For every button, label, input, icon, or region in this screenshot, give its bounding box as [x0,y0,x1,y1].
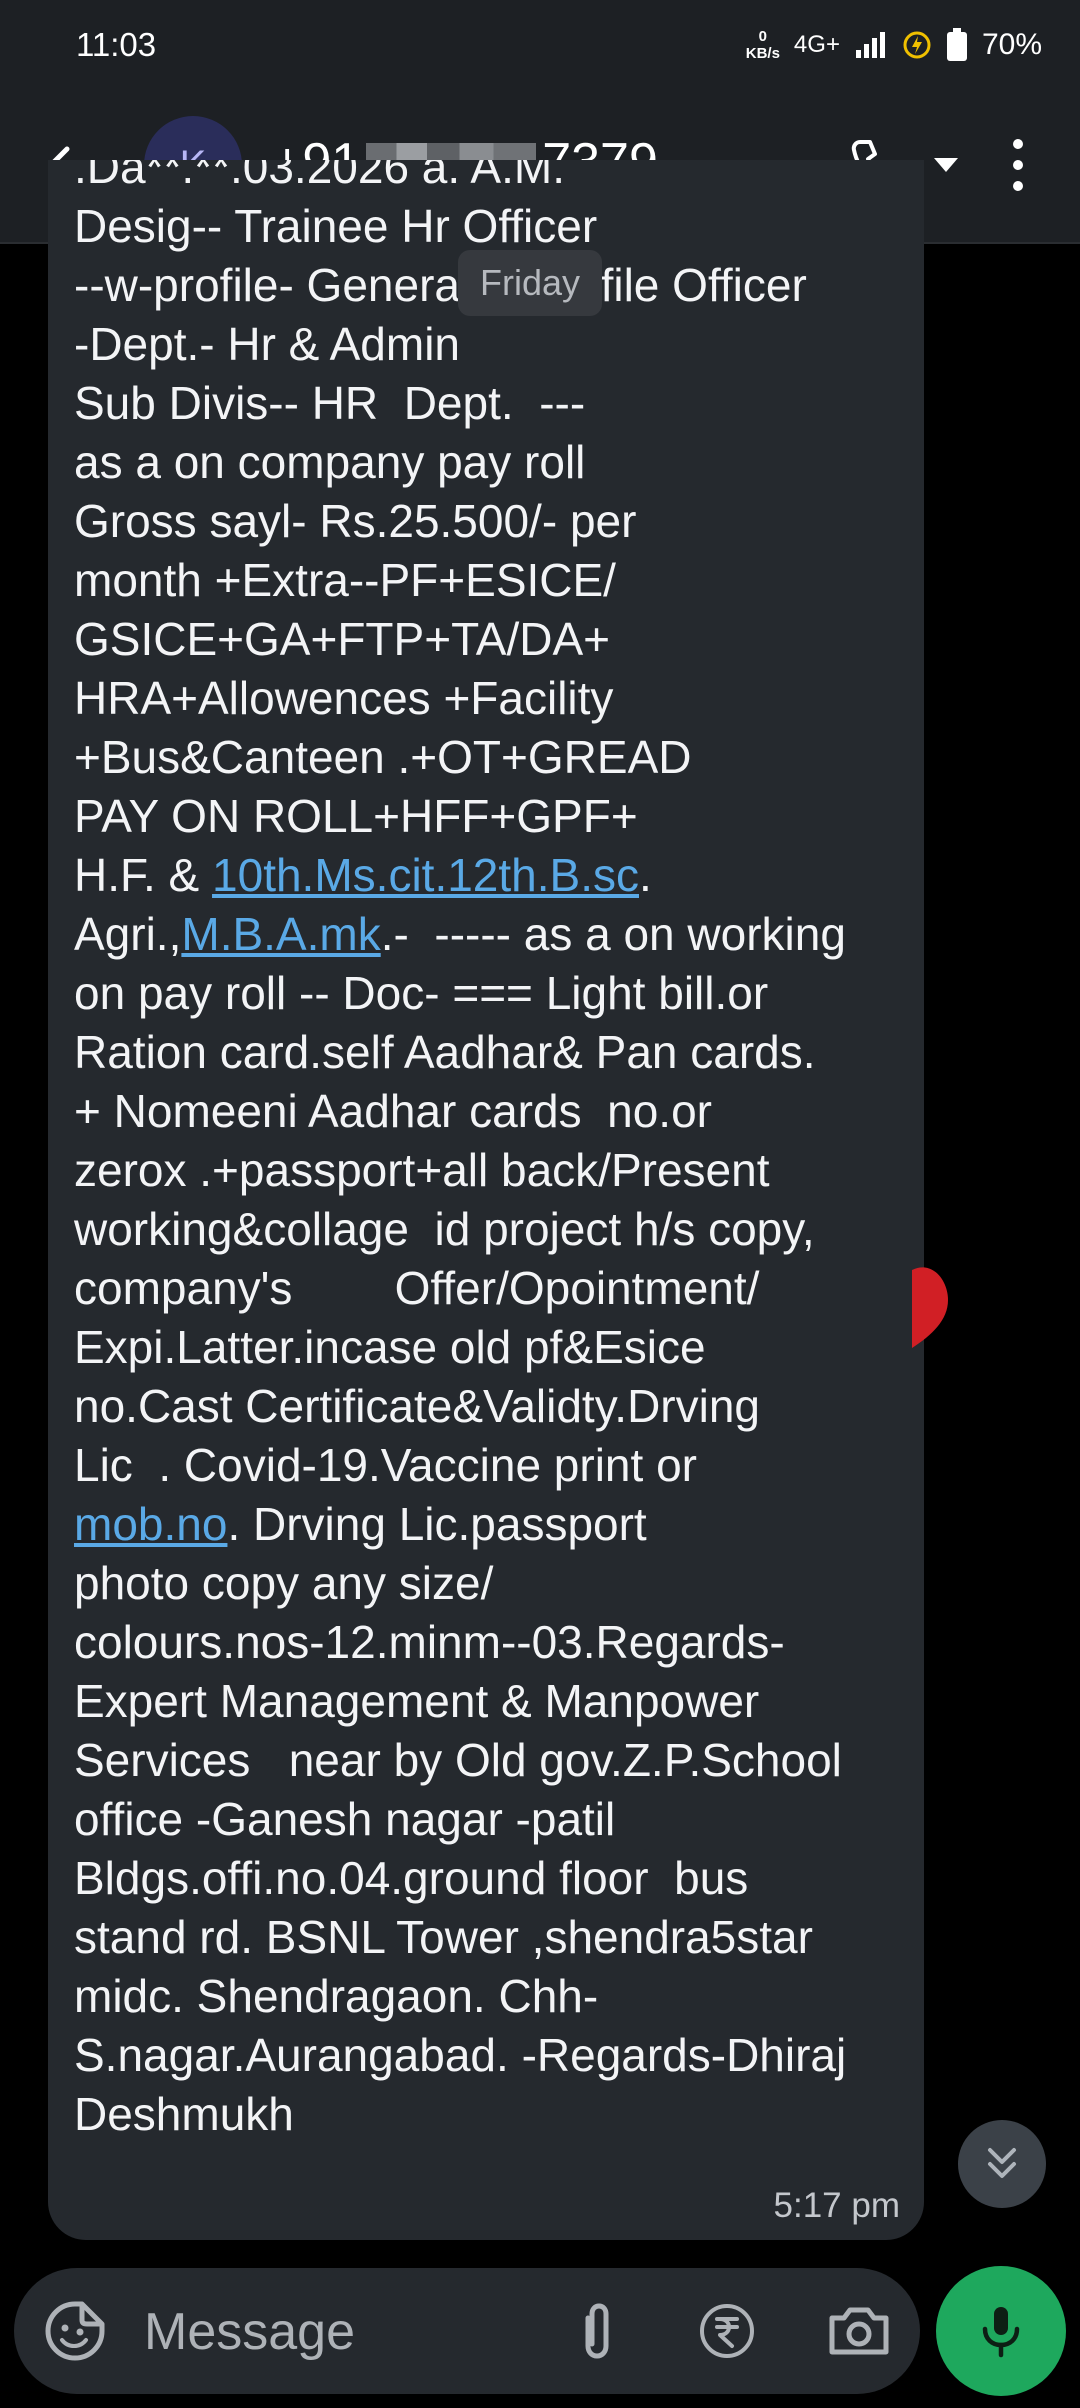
scroll-down-icon [988,2148,1016,2178]
emoji-button[interactable] [42,2298,108,2364]
attach-icon [585,2303,609,2359]
status-time: 11:03 [76,26,157,63]
rupee-icon [700,2304,754,2358]
link-education[interactable]: 10th.Ms.cit.12th.B.sc [212,849,639,901]
message-text: .Da**.**.03.2026 a. A.M. Desig-- Trainee… [74,160,847,2140]
call-options-dropdown[interactable] [926,144,966,184]
message-composer [14,2268,920,2394]
battery-percent: 70% [981,28,1042,61]
charging-icon [903,31,931,59]
heart-reaction-icon [912,1267,948,1348]
battery-icon [946,28,967,61]
signal-icon [855,32,885,58]
emoji-icon [45,2301,105,2361]
more-options-button[interactable] [998,132,1038,198]
mic-icon [982,2307,1020,2358]
network-type: 4G+ [793,31,840,58]
status-icons: 0 KB/s 4G+ 70% [746,22,1042,68]
net-speed: 0 KB/s [745,28,780,62]
link-mobno[interactable]: mob.no [74,1498,227,1550]
voice-record-button[interactable] [936,2266,1066,2396]
more-vert-icon [1013,139,1023,191]
status-bar: 11:03 0 KB/s 4G+ 70% [0,0,1080,90]
message-bubble[interactable]: .Da**.**.03.2026 a. A.M. Desig-- Trainee… [48,160,924,2240]
message-input[interactable] [142,2292,546,2372]
message-timestamp: 5:17 pm [773,2186,900,2225]
date-separator: Friday [458,250,603,316]
dropdown-icon [934,158,958,172]
payment-button[interactable] [694,2298,760,2364]
scroll-to-bottom-button[interactable] [958,2120,1046,2208]
attach-button[interactable] [564,2298,630,2364]
camera-icon [829,2307,889,2355]
link-mba[interactable]: M.B.A.mk [181,908,380,960]
camera-button[interactable] [824,2298,894,2364]
